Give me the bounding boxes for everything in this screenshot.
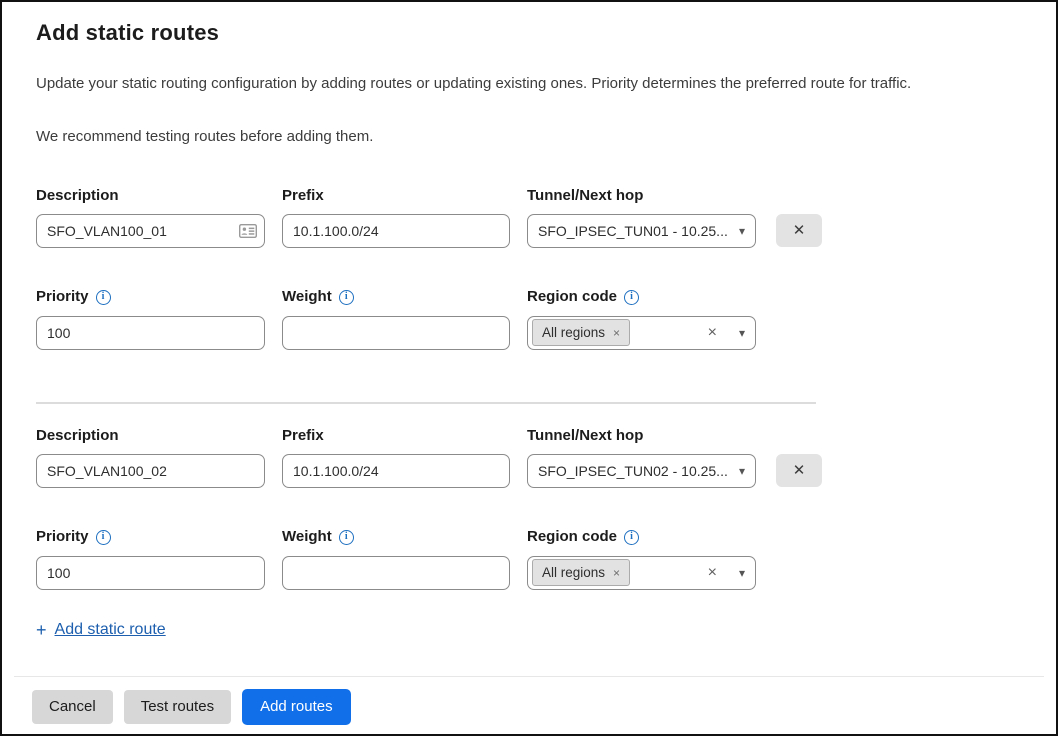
region-code-label: Region code [527, 529, 617, 546]
description-label: Description [36, 428, 265, 445]
tunnel-label: Tunnel/Next hop [527, 428, 756, 445]
weight-input[interactable] [282, 316, 510, 350]
clear-icon[interactable]: × [708, 565, 717, 581]
info-icon[interactable]: i [624, 530, 639, 545]
priority-label: Priority [36, 289, 89, 306]
close-icon: ✕ [793, 222, 806, 239]
dialog-footer: Cancel Test routes Add routes [2, 677, 1056, 725]
region-code-label: Region code [527, 289, 617, 306]
prefix-input[interactable] [282, 214, 510, 248]
weight-label: Weight [282, 289, 332, 306]
contact-card-icon [239, 224, 257, 238]
info-icon[interactable]: i [624, 290, 639, 305]
chip-remove-icon[interactable]: × [613, 567, 620, 579]
info-icon[interactable]: i [96, 290, 111, 305]
description-label: Description [36, 188, 265, 205]
region-chip-label: All regions [542, 325, 605, 340]
region-chip: All regions × [532, 319, 630, 346]
region-code-select[interactable]: All regions × × ▾ [527, 316, 756, 350]
chevron-down-icon: ▾ [739, 567, 745, 579]
intro-text: Update your static routing configuration… [36, 74, 1022, 94]
page-title: Add static routes [36, 20, 1022, 46]
chevron-down-icon: ▾ [739, 327, 745, 339]
close-icon: ✕ [793, 462, 806, 479]
remove-route-button[interactable]: ✕ [776, 214, 822, 247]
route-row: Description Prefix Tunnel/Next hop SFO_I… [36, 428, 1022, 590]
tunnel-label: Tunnel/Next hop [527, 188, 756, 205]
route-row: Description Prefix [36, 188, 1022, 350]
tunnel-select[interactable]: SFO_IPSEC_TUN02 - 10.25... ▾ [527, 454, 756, 488]
tunnel-select[interactable]: SFO_IPSEC_TUN01 - 10.25... ▾ [527, 214, 756, 248]
intro-recommendation-text: We recommend testing routes before addin… [36, 127, 1022, 147]
plus-icon: + [36, 621, 47, 639]
chip-remove-icon[interactable]: × [613, 327, 620, 339]
region-chip-label: All regions [542, 565, 605, 580]
description-input[interactable] [36, 214, 265, 248]
weight-input[interactable] [282, 556, 510, 590]
info-icon[interactable]: i [339, 290, 354, 305]
chevron-down-icon: ▾ [739, 225, 745, 237]
test-routes-button[interactable]: Test routes [124, 690, 231, 724]
description-input[interactable] [36, 454, 265, 488]
tunnel-select-value: SFO_IPSEC_TUN02 - 10.25... [538, 463, 731, 479]
prefix-label: Prefix [282, 188, 510, 205]
section-divider [36, 402, 816, 404]
add-static-routes-dialog: Add static routes Update your static rou… [0, 0, 1058, 736]
region-code-select[interactable]: All regions × × ▾ [527, 556, 756, 590]
add-routes-button[interactable]: Add routes [242, 689, 351, 725]
prefix-input[interactable] [282, 454, 510, 488]
region-chip: All regions × [532, 559, 630, 586]
info-icon[interactable]: i [339, 530, 354, 545]
info-icon[interactable]: i [96, 530, 111, 545]
weight-label: Weight [282, 529, 332, 546]
clear-icon[interactable]: × [708, 325, 717, 341]
priority-input[interactable] [36, 316, 265, 350]
priority-label: Priority [36, 529, 89, 546]
remove-route-button[interactable]: ✕ [776, 454, 822, 487]
tunnel-select-value: SFO_IPSEC_TUN01 - 10.25... [538, 223, 731, 239]
prefix-label: Prefix [282, 428, 510, 445]
cancel-button[interactable]: Cancel [32, 690, 113, 724]
priority-input[interactable] [36, 556, 265, 590]
chevron-down-icon: ▾ [739, 465, 745, 477]
add-static-route-link[interactable]: Add static route [55, 621, 166, 639]
